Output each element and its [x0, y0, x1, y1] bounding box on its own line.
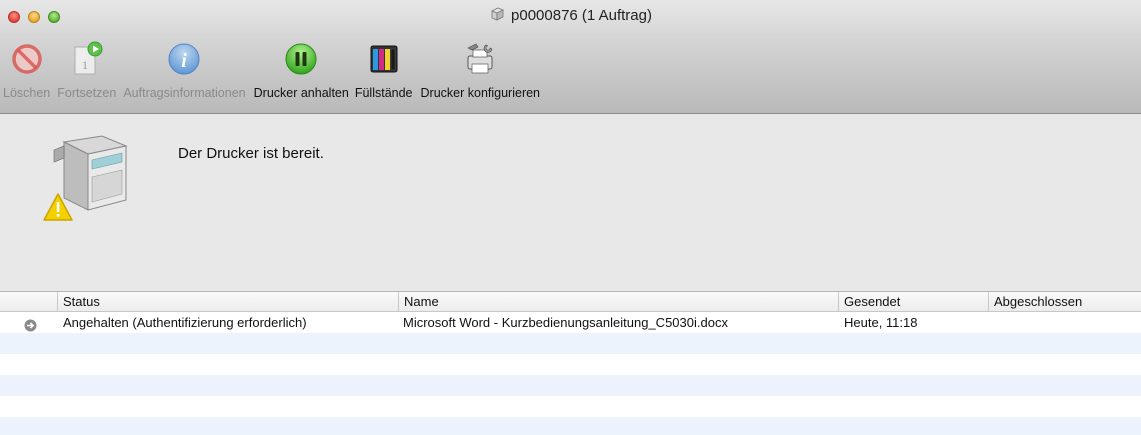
job-row[interactable]: Angehalten (Authentifizierung erforderli…	[0, 312, 1141, 333]
column-header-status[interactable]: Status	[57, 292, 398, 311]
svg-text:i: i	[182, 50, 188, 72]
delete-button[interactable]: Löschen	[3, 40, 50, 110]
toolbar: Löschen 1 Fortsetzen i Auftragsinformati…	[0, 40, 540, 110]
pause-printer-button[interactable]: Drucker anhalten	[254, 40, 349, 110]
printer-status-message: Der Drucker ist bereit.	[178, 145, 324, 162]
job-name: Microsoft Word - Kurzbedienungsanleitung…	[403, 315, 728, 330]
ink-levels-label: Füllstände	[354, 86, 413, 100]
resume-label: Fortsetzen	[57, 86, 117, 100]
printer-status-area: Der Drucker ist bereit.	[0, 114, 1141, 292]
pause-printer-label: Drucker anhalten	[253, 86, 349, 100]
job-table: Status Name Gesendet Abgeschlossen Angeh…	[0, 292, 1141, 435]
delete-label: Löschen	[3, 86, 51, 100]
job-status: Angehalten (Authentifizierung erforderli…	[63, 315, 307, 330]
empty-row	[0, 396, 1141, 417]
column-header-completed[interactable]: Abgeschlossen	[988, 292, 1141, 311]
column-header-name[interactable]: Name	[398, 292, 838, 311]
empty-row	[0, 417, 1141, 435]
resume-icon: 1	[69, 40, 105, 78]
job-sent: Heute, 11:18	[844, 315, 918, 330]
pause-icon	[284, 40, 318, 78]
svg-text:1: 1	[82, 58, 88, 72]
title-toolbar-area: p0000876 (1 Auftrag) Löschen 1 Fortsetze…	[0, 0, 1141, 114]
job-info-label: Auftragsinformationen	[123, 86, 246, 100]
empty-row	[0, 333, 1141, 354]
empty-row	[0, 354, 1141, 375]
printer-setup-icon	[462, 40, 498, 78]
ink-levels-icon	[368, 40, 400, 78]
print-queue-window: p0000876 (1 Auftrag) Löschen 1 Fortsetze…	[0, 0, 1141, 435]
job-table-header: Status Name Gesendet Abgeschlossen	[0, 292, 1141, 312]
job-info-button[interactable]: i Auftragsinformationen	[123, 40, 246, 110]
printer-warning-icon	[42, 132, 132, 229]
window-title-bar: p0000876 (1 Auftrag)	[0, 6, 1141, 28]
ink-levels-button[interactable]: Füllstände	[355, 40, 413, 110]
configure-printer-label: Drucker konfigurieren	[420, 86, 541, 100]
printer-queue-icon	[489, 6, 505, 28]
window-title: p0000876 (1 Auftrag)	[511, 7, 652, 24]
column-header-sent[interactable]: Gesendet	[838, 292, 988, 311]
info-icon: i	[167, 40, 201, 78]
configure-printer-button[interactable]: Drucker konfigurieren	[420, 40, 541, 110]
resume-button[interactable]: 1 Fortsetzen	[57, 40, 116, 110]
empty-row	[0, 375, 1141, 396]
delete-icon	[11, 40, 43, 78]
